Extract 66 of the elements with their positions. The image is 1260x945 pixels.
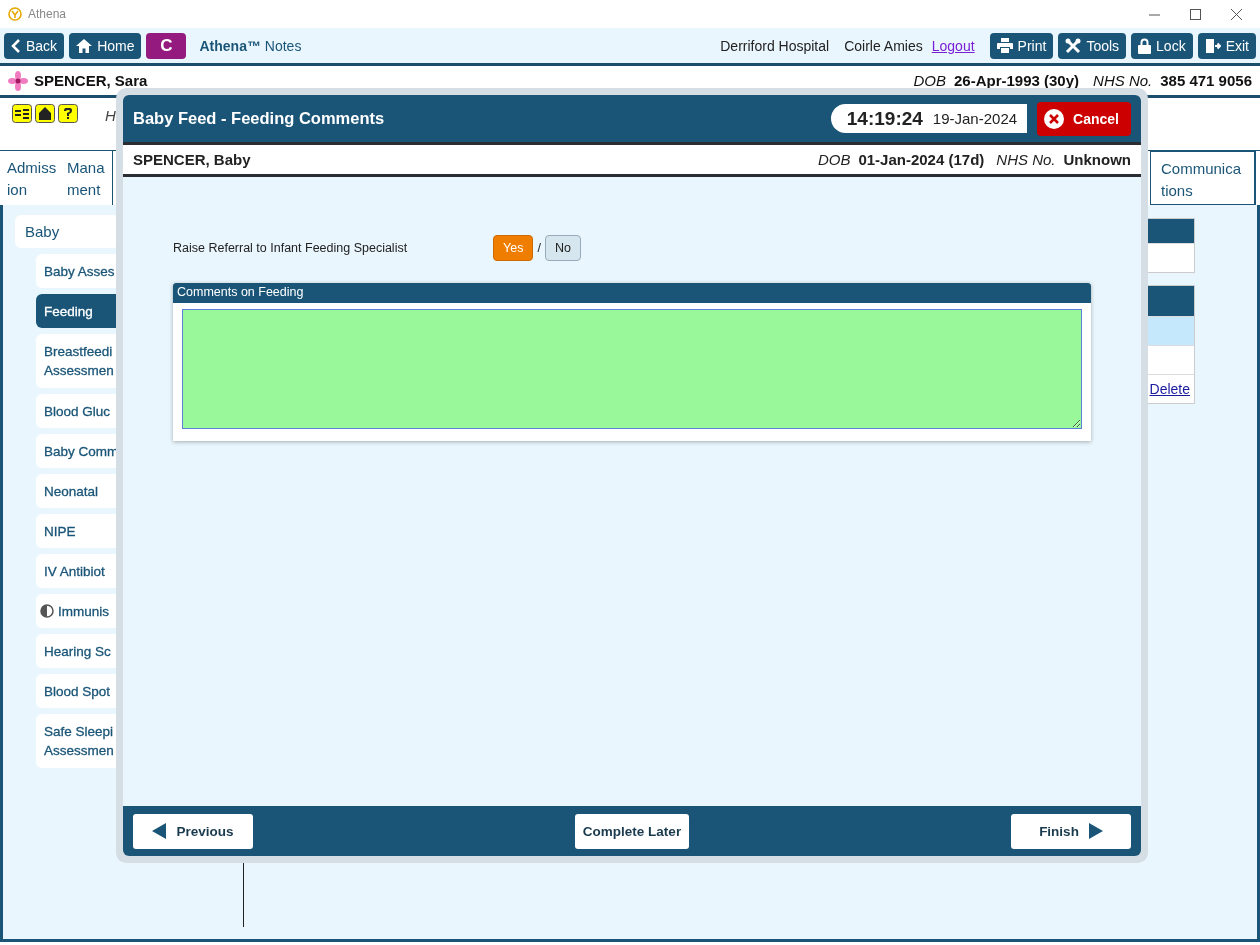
nav-tab[interactable]: Admiss ion <box>0 151 60 205</box>
exit-button[interactable]: Exit <box>1197 32 1256 59</box>
dob-label: DOB <box>913 72 946 89</box>
hand-help-icon[interactable] <box>12 104 32 123</box>
app-name: Athena™ <box>199 37 261 54</box>
finish-button[interactable]: Finish <box>1011 813 1131 849</box>
print-button[interactable]: Print <box>989 32 1054 59</box>
sidebar-group[interactable]: Baby <box>15 215 119 248</box>
app-logo-icon <box>8 7 22 21</box>
right-arrow-icon <box>1088 823 1103 839</box>
nhs-label: NHS No. <box>1093 72 1153 89</box>
cancel-button[interactable]: Cancel <box>1037 101 1131 136</box>
no-button[interactable]: No <box>544 235 581 261</box>
half-circle-icon <box>40 604 54 618</box>
hospital-name: Derriford Hospital <box>720 37 830 54</box>
printer-icon <box>996 38 1013 53</box>
home-icon <box>76 38 93 53</box>
home-button[interactable]: Home <box>69 32 142 59</box>
dob-value: 01-Jan-2024 (17d) <box>858 151 985 168</box>
help-icon[interactable] <box>58 104 78 123</box>
lock-button[interactable]: Lock <box>1131 32 1193 59</box>
sidebar-item[interactable]: Baby Asses <box>36 254 119 288</box>
referral-label: Raise Referral to Infant Feeding Specialist <box>173 241 409 255</box>
back-icon <box>11 38 21 53</box>
clock-date: 19-Jan-2024 <box>932 110 1018 127</box>
app-switch-button[interactable]: C <box>146 32 187 59</box>
exit-icon <box>1204 37 1221 54</box>
alert-text: H <box>105 107 116 124</box>
sidebar-item[interactable]: Breastfeedi Assessmen <box>36 334 119 388</box>
app-subtitle: Notes <box>264 37 302 54</box>
logout-link[interactable]: Logout <box>931 37 975 54</box>
patient-name: SPENCER, Sara <box>34 72 149 89</box>
panel-title: Comments on Feeding <box>173 283 1091 303</box>
complete-later-button[interactable]: Complete Later <box>574 813 690 849</box>
close-icon[interactable] <box>1231 8 1242 20</box>
previous-button[interactable]: Previous <box>133 813 253 849</box>
sidebar-item[interactable]: Hearing Sc <box>36 634 119 668</box>
window-title: Athena <box>28 7 68 21</box>
nhs-number: 385 471 9056 <box>1160 72 1252 89</box>
user-name: Coirle Amies <box>844 37 923 54</box>
sidebar-item[interactable]: Neonatal <box>36 474 119 508</box>
dob-value: 26-Apr-1993 (30y) <box>954 72 1080 89</box>
close-circle-icon <box>1043 107 1066 130</box>
back-button[interactable]: Back <box>4 32 65 59</box>
clock-time: 14:19:24 <box>846 107 923 130</box>
comments-field[interactable] <box>182 309 1082 429</box>
sidebar-item[interactable]: Immunis <box>36 594 119 628</box>
home-help-icon[interactable] <box>35 104 55 123</box>
option-separator: / <box>537 241 541 255</box>
maximize-icon[interactable] <box>1190 8 1201 20</box>
tools-button[interactable]: Tools <box>1058 32 1127 59</box>
dialog-title: Baby Feed - Feeding Comments <box>133 109 386 128</box>
sidebar-item[interactable]: Feeding <box>36 294 119 328</box>
lock-icon <box>1138 37 1152 54</box>
flower-icon <box>8 70 28 91</box>
left-arrow-icon <box>152 823 167 839</box>
sidebar-item[interactable]: Blood Gluc <box>36 394 119 428</box>
baby-name: SPENCER, Baby <box>133 151 252 168</box>
dob-label: DOB <box>817 151 851 168</box>
sidebar-item[interactable]: Safe Sleepi Assessmen <box>36 714 119 768</box>
nhs-label: NHS No. <box>996 151 1056 168</box>
sidebar-item[interactable]: Blood Spot <box>36 674 119 708</box>
sidebar-item[interactable]: IV Antibiot <box>36 554 119 588</box>
nhs-number: Unknown <box>1063 151 1131 168</box>
sidebar-item[interactable]: NIPE <box>36 514 119 548</box>
tools-icon <box>1065 37 1082 54</box>
